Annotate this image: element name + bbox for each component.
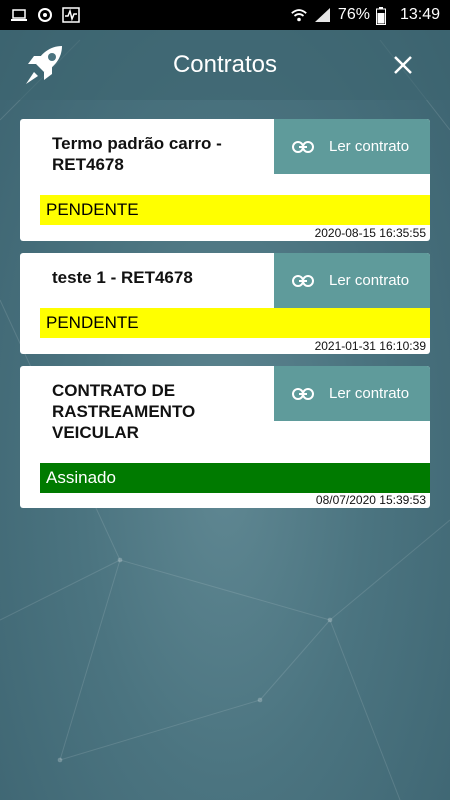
battery-icon (375, 7, 394, 25)
laptop-icon (10, 7, 28, 23)
read-contract-label: Ler contrato (329, 272, 410, 289)
status-badge: PENDENTE (40, 308, 430, 338)
contract-card: CONTRATO DE RASTREAMENTO VEICULAR Ler co… (20, 366, 430, 508)
link-icon (292, 140, 314, 153)
sync-icon (36, 7, 54, 23)
status-badge: PENDENTE (40, 195, 430, 225)
contract-date: 2020-08-15 16:35:55 (314, 226, 426, 240)
status-badge: Assinado (40, 463, 430, 493)
battery-percentage: 76% (337, 6, 370, 23)
contract-name: Termo padrão carro - RET4678 (52, 134, 222, 174)
signal-icon (314, 7, 332, 23)
link-icon (292, 387, 314, 400)
app-header: Contratos (0, 30, 450, 100)
link-icon (292, 274, 314, 287)
contract-date: 2021-01-31 16:10:39 (314, 339, 426, 353)
clock-time: 13:49 (399, 6, 440, 23)
read-contract-button[interactable]: Ler contrato (274, 253, 430, 308)
wifi-icon (290, 7, 308, 23)
contract-name: CONTRATO DE RASTREAMENTO VEICULAR (52, 381, 196, 442)
contract-card: teste 1 - RET4678 Ler contrato PENDENTE … (20, 253, 430, 354)
read-contract-button[interactable]: Ler contrato (274, 119, 430, 174)
close-icon[interactable] (388, 50, 418, 80)
contract-name: teste 1 - RET4678 (52, 268, 193, 287)
status-bar: 76% 13:49 (0, 0, 450, 30)
rocket-icon (22, 42, 68, 88)
activity-icon (62, 7, 80, 23)
read-contract-label: Ler contrato (329, 385, 410, 402)
contract-card: Termo padrão carro - RET4678 Ler contrat… (20, 119, 430, 241)
contract-date: 08/07/2020 15:39:53 (315, 493, 426, 507)
read-contract-label: Ler contrato (329, 138, 410, 155)
read-contract-button[interactable]: Ler contrato (274, 366, 430, 421)
